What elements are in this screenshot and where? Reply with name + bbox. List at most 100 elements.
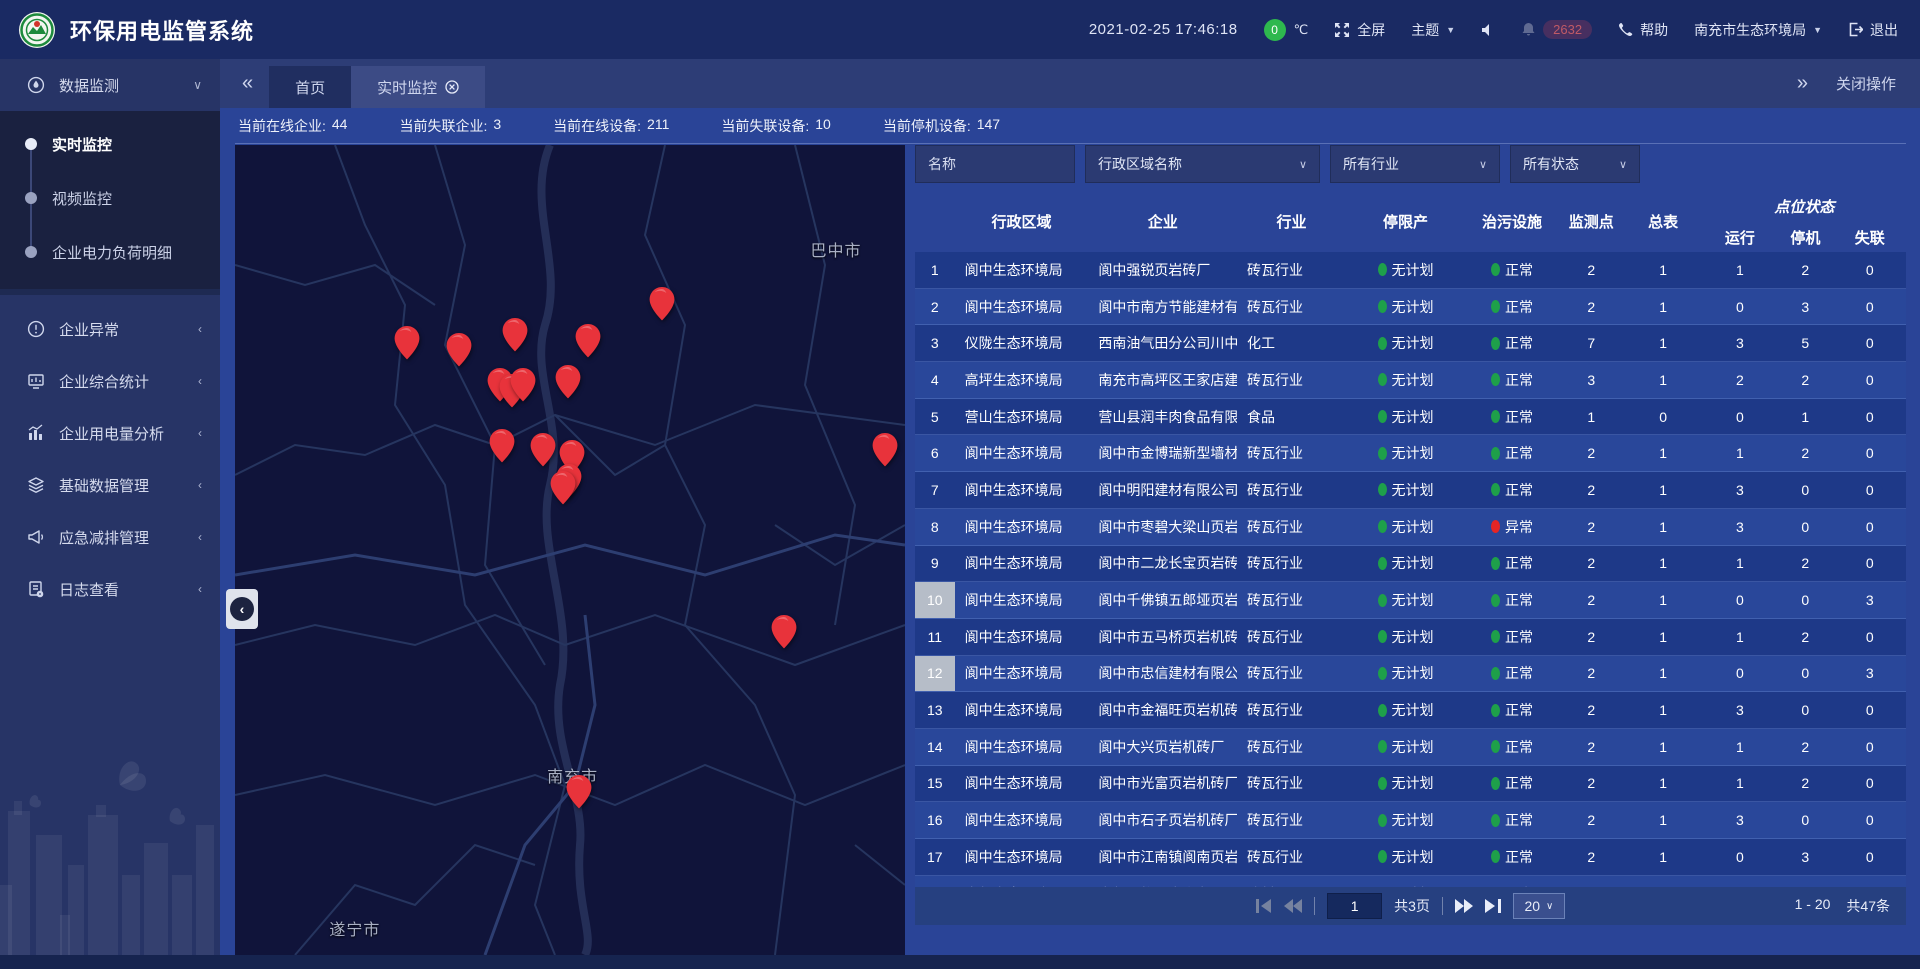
sidebar-item-power-usage-analysis[interactable]: 企业用电量分析 ‹ bbox=[0, 407, 220, 459]
table-row[interactable]: 9阆中生态环境局阆中市二龙长宝页岩砖砖瓦行业无计划正常21120 bbox=[915, 546, 1906, 583]
next-page-icon[interactable] bbox=[1455, 899, 1473, 913]
table-row[interactable]: 7阆中生态环境局阆中明阳建材有限公司砖瓦行业无计划正常21300 bbox=[915, 472, 1906, 509]
status-dot bbox=[1378, 740, 1387, 753]
cell-industry: 砖瓦行业 bbox=[1237, 260, 1346, 280]
panel-collapse-button[interactable]: ‹ bbox=[226, 589, 258, 629]
org-menu[interactable]: 南充市生态环境局 ▼ bbox=[1694, 20, 1822, 40]
map-pin-icon[interactable] bbox=[489, 429, 515, 463]
cell-limit-status: 无计划 bbox=[1346, 407, 1465, 427]
table-row[interactable]: 3仪陇生态环境局西南油气田分公司川中化工无计划正常71350 bbox=[915, 325, 1906, 362]
close-operations-button[interactable]: 关闭操作 bbox=[1836, 73, 1896, 94]
sidebar-item-base-data-management[interactable]: 基础数据管理 ‹ bbox=[0, 459, 220, 511]
cell-run: 1 bbox=[1703, 629, 1777, 645]
map-pin-icon[interactable] bbox=[510, 368, 536, 402]
table-row[interactable]: 14阆中生态环境局阆中大兴页岩机砖厂砖瓦行业无计划正常21120 bbox=[915, 729, 1906, 766]
status-dot bbox=[1378, 850, 1387, 863]
table-row[interactable]: 13阆中生态环境局阆中市金福旺页岩机砖砖瓦行业无计划正常21300 bbox=[915, 692, 1906, 729]
map-pin-icon[interactable] bbox=[575, 324, 601, 358]
first-page-icon[interactable] bbox=[1256, 899, 1272, 913]
cell-meters: 1 bbox=[1624, 665, 1703, 681]
cell-company: 阆中市光富页岩机砖厂 bbox=[1088, 773, 1237, 793]
tab-realtime-monitoring[interactable]: 实时监控 bbox=[351, 66, 485, 108]
sidebar-item-log-view[interactable]: 日志查看 ‹ bbox=[0, 563, 220, 615]
cell-points: 1 bbox=[1559, 409, 1623, 425]
cell-limit-status: 无计划 bbox=[1346, 773, 1465, 793]
map-pin-icon[interactable] bbox=[446, 333, 472, 367]
sidebar-item-emergency-reduction[interactable]: 应急减排管理 ‹ bbox=[0, 511, 220, 563]
sidebar-submenu: 实时监控 视频监控 企业电力负荷明细 bbox=[0, 111, 220, 289]
speaker-icon bbox=[1481, 23, 1495, 37]
map-pin-icon[interactable] bbox=[394, 326, 420, 360]
gauge-icon bbox=[26, 76, 45, 94]
status-filter-select[interactable]: 所有状态 ∨ bbox=[1510, 145, 1640, 183]
cell-district: 阆中生态环境局 bbox=[955, 517, 1089, 537]
table-row[interactable]: 10阆中生态环境局阆中千佛镇五郎垭页岩砖瓦行业无计划正常21003 bbox=[915, 582, 1906, 619]
table-row[interactable]: 2阆中生态环境局阆中市南方节能建材有砖瓦行业无计划正常21030 bbox=[915, 289, 1906, 326]
map-panel[interactable]: 巴中市南充市遂宁市 bbox=[235, 145, 905, 955]
chevron-down-icon: ▼ bbox=[1813, 25, 1822, 35]
table-row[interactable]: 8阆中生态环境局阆中市枣碧大梁山页岩砖瓦行业无计划异常21300 bbox=[915, 509, 1906, 546]
mute-button[interactable] bbox=[1481, 23, 1495, 37]
table-row[interactable]: 11阆中生态环境局阆中市五马桥页岩机砖砖瓦行业无计划正常21120 bbox=[915, 619, 1906, 656]
sidebar-item-data-monitoring[interactable]: 数据监测 ∨ bbox=[0, 59, 220, 111]
cell-industry: 食品 bbox=[1237, 407, 1346, 427]
map-pin-icon[interactable] bbox=[649, 287, 675, 321]
sidebar-item-realtime-monitoring[interactable]: 实时监控 bbox=[0, 117, 220, 171]
industry-filter-select[interactable]: 所有行业 ∨ bbox=[1330, 145, 1500, 183]
sidebar-item-video-monitoring[interactable]: 视频监控 bbox=[0, 171, 220, 225]
status-dot bbox=[1378, 263, 1387, 276]
prev-page-icon[interactable] bbox=[1284, 899, 1302, 913]
status-dot bbox=[1491, 373, 1500, 386]
timeline-dot bbox=[25, 246, 37, 258]
tab-home[interactable]: 首页 bbox=[269, 66, 351, 108]
fullscreen-button[interactable]: 全屏 bbox=[1334, 20, 1385, 40]
map-pin-icon[interactable] bbox=[555, 365, 581, 399]
table-row[interactable]: 16阆中生态环境局阆中市石子页岩机砖厂砖瓦行业无计划正常21300 bbox=[915, 802, 1906, 839]
page-size-select[interactable]: 20 ∨ bbox=[1513, 893, 1565, 919]
theme-menu[interactable]: 主题 ▼ bbox=[1411, 20, 1455, 40]
map-pin-icon[interactable] bbox=[872, 433, 898, 467]
cell-meters: 1 bbox=[1624, 372, 1703, 388]
close-icon[interactable] bbox=[445, 80, 459, 94]
notifications[interactable]: 2632 bbox=[1521, 20, 1592, 39]
table-row[interactable]: 5营山生态环境局营山县润丰肉食品有限食品无计划正常10010 bbox=[915, 399, 1906, 436]
tabs-scroll-left-icon[interactable]: « bbox=[220, 72, 269, 95]
cell-stop: 2 bbox=[1777, 739, 1833, 755]
cell-limit-status: 无计划 bbox=[1346, 517, 1465, 537]
sidebar-item-enterprise-statistics[interactable]: 企业综合统计 ‹ bbox=[0, 355, 220, 407]
cell-stop: 2 bbox=[1777, 775, 1833, 791]
last-page-icon[interactable] bbox=[1485, 899, 1501, 913]
name-filter[interactable] bbox=[915, 145, 1075, 183]
table-row[interactable]: 1阆中生态环境局阆中强锐页岩砖厂砖瓦行业无计划正常21120 bbox=[915, 252, 1906, 289]
map-pin-icon[interactable] bbox=[566, 775, 592, 809]
table-row[interactable]: 15阆中生态环境局阆中市光富页岩机砖厂砖瓦行业无计划正常21120 bbox=[915, 766, 1906, 803]
pagination-summary: 1 - 20 共47条 bbox=[1795, 896, 1890, 916]
table-row[interactable]: 18南部生态环境局南部县雄狮土陶有限公建材加工无计划正常60060 bbox=[915, 876, 1906, 887]
range-label: 1 - 20 bbox=[1795, 896, 1831, 916]
table-row[interactable]: 6阆中生态环境局阆中市金博瑞新型墙材砖瓦行业无计划正常21120 bbox=[915, 435, 1906, 472]
name-filter-input[interactable] bbox=[928, 156, 1062, 172]
table-row[interactable]: 17阆中生态环境局阆中市江南镇阆南页岩砖瓦行业无计划正常21030 bbox=[915, 839, 1906, 876]
cell-facility-status: 正常 bbox=[1465, 260, 1559, 280]
table-row[interactable]: 12阆中生态环境局阆中市忠信建材有限公砖瓦行业无计划正常21003 bbox=[915, 656, 1906, 693]
cell-district: 阆中生态环境局 bbox=[955, 260, 1089, 280]
logout-icon bbox=[1848, 22, 1863, 37]
sidebar-item-power-load-detail[interactable]: 企业电力负荷明细 bbox=[0, 225, 220, 279]
page-input[interactable] bbox=[1327, 893, 1382, 919]
main-area: « 首页 实时监控 » 关闭操作 bbox=[220, 59, 1920, 955]
map-pin-icon[interactable] bbox=[550, 471, 576, 505]
table-row[interactable]: 4高坪生态环境局南充市高坪区王家店建砖瓦行业无计划正常31220 bbox=[915, 362, 1906, 399]
map-pin-icon[interactable] bbox=[502, 318, 528, 352]
tabs-scroll-right-icon[interactable]: » bbox=[1797, 72, 1808, 95]
help-button[interactable]: 帮助 bbox=[1618, 20, 1668, 40]
cell-company: 阆中千佛镇五郎垭页岩 bbox=[1088, 590, 1237, 610]
chevron-left-icon: ‹ bbox=[198, 582, 202, 596]
cell-lost: 0 bbox=[1834, 849, 1906, 865]
status-dot bbox=[1378, 667, 1387, 680]
sidebar-item-enterprise-abnormal[interactable]: 企业异常 ‹ bbox=[0, 303, 220, 355]
map-pin-icon[interactable] bbox=[530, 433, 556, 467]
exit-button[interactable]: 退出 bbox=[1848, 20, 1898, 40]
region-filter-select[interactable]: 行政区域名称 ∨ bbox=[1085, 145, 1320, 183]
map-pin-icon[interactable] bbox=[771, 615, 797, 649]
help-label: 帮助 bbox=[1640, 20, 1668, 40]
